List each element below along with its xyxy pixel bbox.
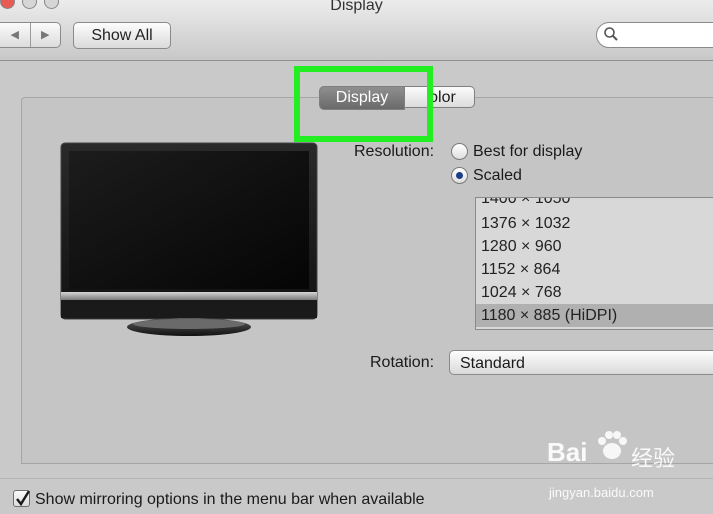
paw-icon (595, 427, 629, 468)
mirroring-checkbox[interactable] (13, 490, 31, 507)
best-for-display-radio[interactable] (451, 143, 468, 160)
scaled-label[interactable]: Scaled (473, 167, 522, 185)
back-forward-control: ◀ ▶ (0, 22, 61, 48)
show-all-button[interactable]: Show All (73, 22, 171, 49)
scaled-radio[interactable] (451, 167, 468, 184)
list-item[interactable]: 1400 × 1050 (476, 198, 713, 210)
rotation-label: Rotation: (370, 354, 435, 371)
window-title: Display (330, 0, 383, 14)
tab-color[interactable]: olor (405, 86, 475, 108)
monitor-image (60, 142, 318, 338)
mirroring-label[interactable]: Show mirroring options in the menu bar w… (35, 491, 425, 509)
tab-bar: Display olor (319, 86, 475, 110)
list-item[interactable]: 1024 × 768 (476, 281, 713, 304)
list-item[interactable]: 1376 × 1032 (476, 212, 713, 235)
resolution-list[interactable]: 1400 × 1050 1376 × 1032 1280 × 960 1152 … (475, 197, 713, 330)
watermark-url: jingyan.baidu.com (549, 485, 654, 500)
watermark-brand: Bai (547, 437, 588, 467)
resolution-label: Resolution: (354, 143, 435, 160)
list-item[interactable]: 1280 × 960 (476, 235, 713, 258)
forward-button[interactable]: ▶ (29, 23, 61, 47)
watermark-text: 经验 (631, 446, 676, 471)
tab-display[interactable]: Display (319, 86, 405, 110)
search-field[interactable] (596, 22, 713, 48)
checkmark-icon (16, 490, 31, 507)
best-for-display-label[interactable]: Best for display (473, 143, 582, 161)
rotation-select[interactable]: Standard (449, 350, 713, 375)
list-item-selected[interactable]: 1180 × 885 (HiDPI) (476, 304, 713, 327)
list-item[interactable]: 1152 × 864 (476, 258, 713, 281)
window-toolbar: Display ◀ ▶ Show All (0, 0, 713, 61)
back-button[interactable]: ◀ (0, 23, 30, 47)
watermark: Bai 经验 jingyan.baidu.com (547, 431, 707, 511)
search-icon (603, 26, 619, 42)
